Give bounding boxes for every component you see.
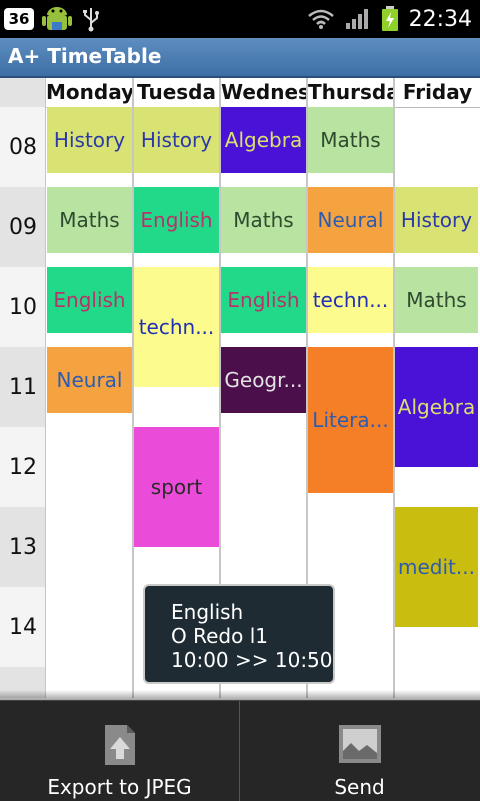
app-title-bar: A+ TimeTable [0,38,480,78]
hour-label: 10 [0,267,46,347]
hour-label: 12 [0,427,46,507]
hour-label: 08 [0,107,46,187]
event-monday-neural[interactable]: Neural [47,347,132,413]
toast-subject: English [171,600,244,624]
export-jpeg-button[interactable]: Export to JPEG [0,701,239,801]
event-monday-maths[interactable]: Maths [47,187,132,253]
event-tuesday-english[interactable]: English [134,187,219,253]
toolbar-shadow [0,690,480,700]
event-monday-english[interactable]: English [47,267,132,333]
battery-charging-icon [381,6,398,31]
day-header-monday[interactable]: Monday [46,78,132,108]
status-bar-notifications: 36 [4,4,102,34]
event-friday-history[interactable]: History [395,187,478,253]
wifi-icon [307,9,334,29]
signal-icon [345,9,368,29]
day-header-friday[interactable]: Friday [395,78,480,108]
hour-label: 14 [0,587,46,667]
event-friday-maths[interactable]: Maths [395,267,478,333]
toast-time-range: 10:00 >> 10:50 [171,648,333,672]
event-wednesday-algebra[interactable]: Algebra [221,107,306,173]
event-thursday-technology[interactable]: techn... [308,267,393,333]
notification-count-badge: 36 [4,8,34,30]
grid-corner [0,78,46,107]
toast-room: O Redo l1 [171,624,268,648]
event-friday-meditation[interactable]: medit... [395,507,478,627]
event-thursday-literature[interactable]: Litera... [308,347,393,493]
day-header-thursday[interactable]: Thursda [308,78,393,108]
status-bar: 36 22:34 [0,0,480,38]
send-image-icon [338,725,381,763]
event-wednesday-maths[interactable]: Maths [221,187,306,253]
bottom-action-bar: Export to JPEG Send [0,700,480,801]
app-title: A+ TimeTable [8,44,162,68]
send-button[interactable]: Send [240,701,479,801]
day-header-tuesday[interactable]: Tuesda [134,78,219,108]
event-thursday-neural[interactable]: Neural [308,187,393,253]
hour-label: 11 [0,347,46,427]
hour-label: 09 [0,187,46,267]
event-wednesday-english[interactable]: English [221,267,306,333]
event-wednesday-geography[interactable]: Geogr... [221,347,306,413]
event-tuesday-sport[interactable]: sport [134,427,219,547]
status-clock: 22:34 [408,6,472,32]
event-tuesday-technology[interactable]: techn... [134,267,219,387]
column-divider [45,78,46,698]
day-header-wednesday[interactable]: Wednes [221,78,306,108]
send-label: Send [334,775,385,799]
usb-icon [83,8,99,32]
event-details-toast: English O Redo l1 10:00 >> 10:50 [143,584,335,684]
hour-label: 13 [0,507,46,587]
event-thursday-maths[interactable]: Maths [308,107,393,173]
export-file-icon [104,725,135,765]
event-tuesday-history[interactable]: History [134,107,219,173]
android-debug-icon [42,7,72,30]
export-jpeg-label: Export to JPEG [47,775,192,799]
event-friday-algebra[interactable]: Algebra [395,347,478,467]
status-bar-system: 22:34 [307,4,472,34]
event-monday-history[interactable]: History [47,107,132,173]
